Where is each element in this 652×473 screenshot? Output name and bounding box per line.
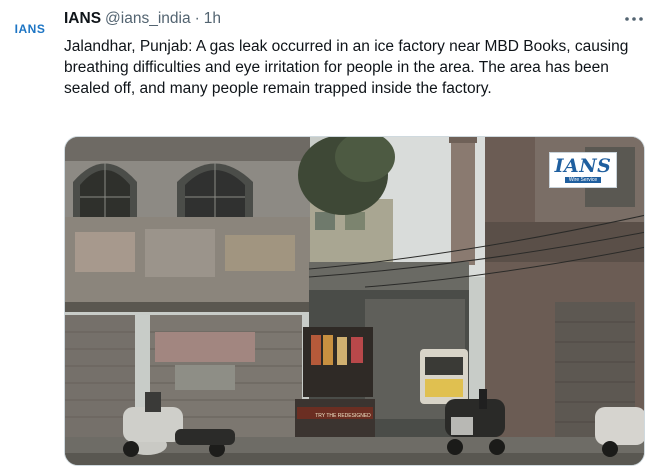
avatar[interactable]: IANS <box>8 18 52 40</box>
separator-dot: · <box>194 10 200 27</box>
author-handle[interactable]: @ians_india <box>105 10 191 28</box>
tweet[interactable]: IANS IANS @ians_india · 1h Jalandhar, Pu… <box>0 0 652 473</box>
author-name[interactable]: IANS <box>64 10 101 28</box>
timestamp[interactable]: 1h <box>204 10 221 28</box>
watermark-tagline: Wire Service <box>564 177 602 183</box>
avatar-logo-text: IANS <box>14 22 46 36</box>
tweet-text: Jalandhar, Punjab: A gas leak occurred i… <box>64 38 629 97</box>
ians-watermark: IANS Wire Service <box>549 152 617 188</box>
more-options-button[interactable] <box>622 12 646 26</box>
watermark-logo-text: IANS <box>554 155 612 177</box>
stall-sign-text: TRY THE REDESIGNED <box>315 413 371 419</box>
tweet-media-photo[interactable]: IANS Wire Service TRY THE REDESIGNED <box>64 136 645 466</box>
more-dots-icon <box>625 17 643 21</box>
tweet-header: IANS @ians_india · 1h <box>64 9 221 29</box>
